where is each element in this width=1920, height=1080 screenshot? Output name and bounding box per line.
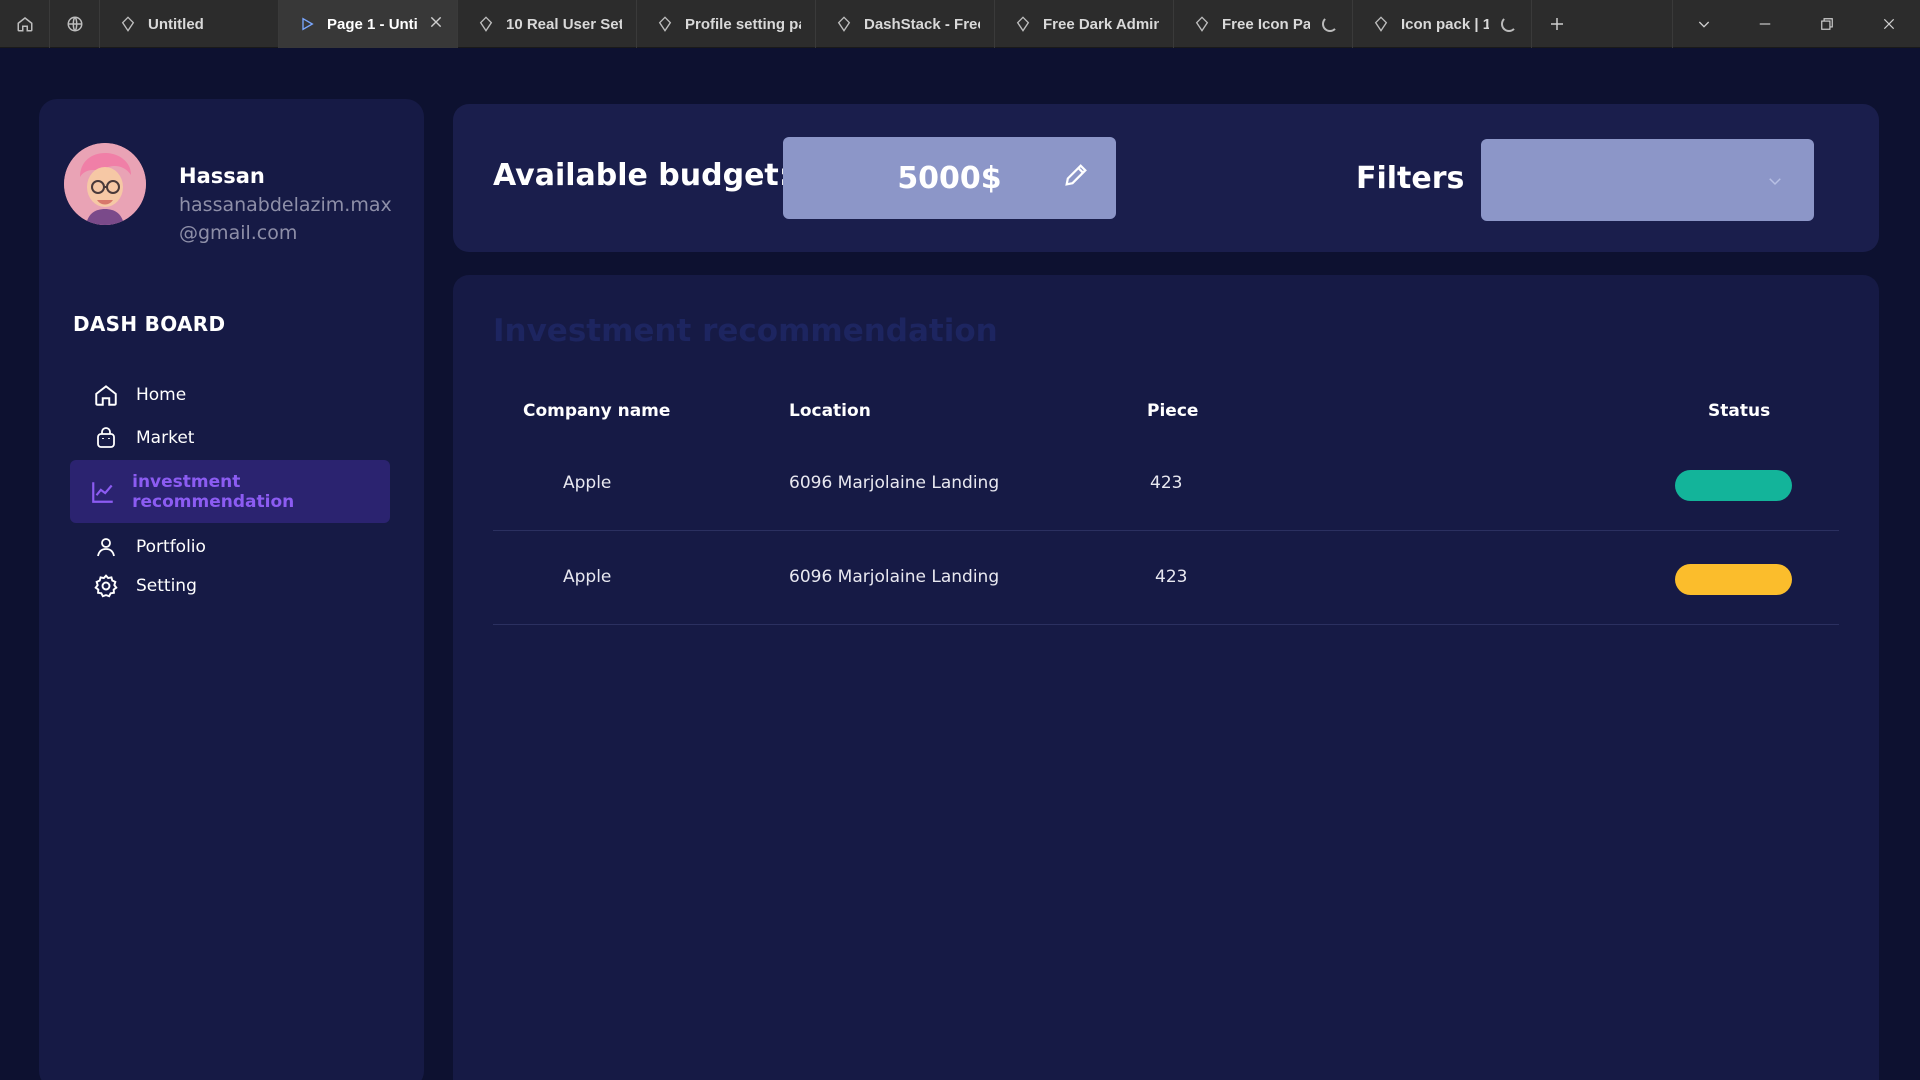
minimize-icon[interactable] [1734,0,1796,48]
loading-spinner-icon [1501,16,1517,32]
chevron-down-icon [1766,172,1784,190]
globe-icon[interactable] [50,0,100,48]
investment-card: Investment recommendation Company name L… [453,275,1879,1080]
company-cell: Apple [563,567,612,587]
browser-tab[interactable]: Untitled [100,0,279,48]
figma-file-icon [657,16,673,32]
table-row[interactable]: Apple 6096 Marjolaine Landing 423 [493,531,1839,625]
budget-value: 5000$ [897,160,1002,196]
browser-tab[interactable]: Icon pack | 16 [1353,0,1532,48]
column-header-piece[interactable]: Piece [1147,401,1198,421]
figma-file-icon [478,16,494,32]
column-header-status[interactable]: Status [1708,401,1770,421]
table-row[interactable]: Apple 6096 Marjolaine Landing 423 [493,437,1839,531]
home-icon [92,381,120,409]
user-name: Hassan [179,164,265,188]
browser-tab-active[interactable]: Page 1 - Untitled [279,0,458,48]
tab-label: Free Icon Pack [1222,15,1310,33]
section-title: Investment recommendation [493,313,998,349]
location-cell: 6096 Marjolaine Landing [789,473,1000,493]
figma-file-icon [1373,16,1389,32]
piece-cell: 423 [1150,473,1183,493]
browser-tab[interactable]: 10 Real User Settings [458,0,637,48]
status-badge [1675,470,1792,501]
browser-tab[interactable]: Profile setting page [637,0,816,48]
home-icon[interactable] [0,0,50,48]
filters-dropdown[interactable] [1481,139,1814,221]
tab-label: Icon pack | 16 [1401,15,1489,33]
new-tab-plus-icon[interactable] [1532,0,1582,48]
tab-list-chevron-icon[interactable] [1672,0,1734,48]
sidebar-item-label: Market [136,428,195,448]
user-email: hassanabdelazim.max@gmail.com [179,194,392,244]
location-cell: 6096 Marjolaine Landing [789,567,1000,587]
budget-input[interactable]: 5000$ [783,137,1116,219]
shopping-bag-icon [92,424,120,452]
tab-label: 10 Real User Settings [506,15,622,33]
tab-label: Profile setting page [685,15,801,33]
tab-label: Untitled [148,15,204,33]
sidebar-item-label: Setting [136,576,197,596]
sidebar-title: DASH BOARD [73,312,226,336]
budget-label: Available budget: [493,158,791,193]
gear-icon [92,572,120,600]
browser-tab[interactable]: DashStack - Free Admin [816,0,995,48]
loading-spinner-icon [1322,16,1338,32]
browser-tab[interactable]: Free Dark Admin Dashboard [995,0,1174,48]
pencil-icon[interactable] [1062,161,1090,189]
play-icon [299,16,315,32]
tab-label: Free Dark Admin Dashboard [1043,15,1159,33]
avatar-illustration [64,143,146,225]
company-cell: Apple [563,473,612,493]
avatar[interactable] [64,143,146,225]
browser-tab-bar: Untitled Page 1 - Untitled 10 Real User … [0,0,1920,48]
close-tab-icon[interactable] [429,15,443,33]
restore-icon[interactable] [1796,0,1858,48]
sidebar-item-label: Portfolio [136,537,206,557]
piece-cell: 423 [1155,567,1188,587]
figma-file-icon [120,16,136,32]
sidebar-item-label: investment recommendation [132,471,295,512]
sidebar-item-investment-recommendation[interactable]: investment recommendation [70,460,390,523]
column-header-location[interactable]: Location [789,401,871,421]
figma-file-icon [1194,16,1210,32]
sidebar-item-label: Home [136,385,187,405]
user-icon [92,533,120,561]
figma-file-icon [836,16,852,32]
tab-label: Page 1 - Untitled [327,15,417,33]
browser-tab[interactable]: Free Icon Pack [1174,0,1353,48]
sidebar-item-home[interactable]: Home [70,375,186,415]
sidebar-item-market[interactable]: Market [70,418,194,458]
status-badge [1675,564,1792,595]
sidebar-item-setting[interactable]: Setting [70,566,197,606]
filters-label: Filters [1356,161,1465,196]
budget-card: Available budget: 5000$ Filters [453,104,1879,252]
sidebar: Hassan hassanabdelazim.max@gmail.com DAS… [39,99,424,1080]
close-window-icon[interactable] [1858,0,1920,48]
tab-label: DashStack - Free Admin [864,15,980,33]
column-header-company[interactable]: Company name [523,401,670,421]
sidebar-item-portfolio[interactable]: Portfolio [70,527,206,567]
figma-file-icon [1015,16,1031,32]
trend-chart-icon [90,478,116,506]
